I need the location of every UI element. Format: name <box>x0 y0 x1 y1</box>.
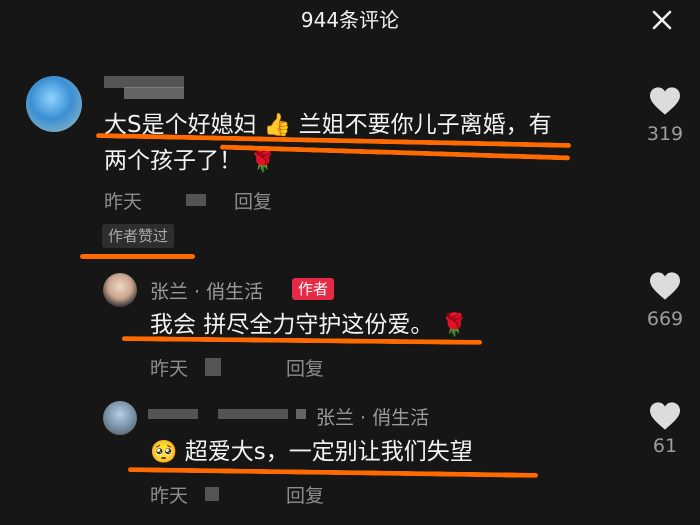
author-tag: 作者 <box>292 278 335 300</box>
author-liked-badge: 作者赞过 <box>102 224 175 248</box>
like-count: 61 <box>652 435 678 457</box>
reply-comment-1: 张兰 · 俏生活 作者 我会 拼尽全力守护这份爱。 🌹 昨天 回复 669 <box>0 265 700 385</box>
like-heart-icon[interactable] <box>648 401 682 431</box>
comment-text-part: 兰姐不要你儿子离婚，有 <box>298 112 552 138</box>
highlight-underline <box>80 254 195 259</box>
avatar[interactable] <box>103 401 137 435</box>
comment-text-part: 我会 <box>150 312 196 338</box>
reply-button[interactable]: 回复 <box>286 481 324 508</box>
username-redacted <box>218 409 288 419</box>
location-redacted <box>205 358 221 376</box>
rose-icon: 🌹 <box>440 313 469 338</box>
comment-text-part: 超爱大s，一定别让我们失望 <box>184 439 473 465</box>
close-icon[interactable] <box>650 8 674 32</box>
like-heart-icon[interactable] <box>648 271 682 301</box>
like-count: 319 <box>646 123 684 145</box>
username-redacted <box>124 87 184 99</box>
username-redacted[interactable] <box>148 409 198 419</box>
comment-time: 昨天 <box>150 358 189 380</box>
comment-text-part: 两个孩子了！ <box>104 148 242 174</box>
commenter-name[interactable]: 张兰 · 俏生活 <box>150 277 263 304</box>
like-count: 669 <box>646 308 684 330</box>
reply-button[interactable]: 回复 <box>234 187 272 214</box>
comment-text: 🥺 超爱大s，一定别让我们失望 <box>150 435 473 469</box>
avatar[interactable] <box>103 273 137 307</box>
reply-to-name[interactable]: 张兰 · 俏生活 <box>316 403 429 430</box>
comment-text-part: 拼尽全力守护这份爱。 <box>203 312 434 338</box>
pleading-face-icon: 🥺 <box>150 440 178 465</box>
comments-count-title: 944条评论 <box>300 8 400 32</box>
reply-comment-2: 张兰 · 俏生活 🥺 超爱大s，一定别让我们失望 昨天 回复 61 <box>0 395 700 525</box>
like-heart-icon[interactable] <box>648 86 682 116</box>
comment-time: 昨天 <box>104 191 143 213</box>
comment-time: 昨天 <box>150 485 189 507</box>
rose-icon: 🌹 <box>249 149 277 174</box>
username-redacted <box>296 409 306 419</box>
avatar[interactable] <box>26 76 82 132</box>
location-redacted <box>205 487 219 501</box>
thumbs-up-icon: 👍 <box>263 113 292 138</box>
reply-button[interactable]: 回复 <box>286 354 324 381</box>
location-redacted <box>186 194 206 206</box>
comment-1: 大S是个好媳妇 👍 兰姐不要你儿子离婚，有 两个孩子了！ 🌹 昨天 回复 作者赞… <box>0 60 700 260</box>
